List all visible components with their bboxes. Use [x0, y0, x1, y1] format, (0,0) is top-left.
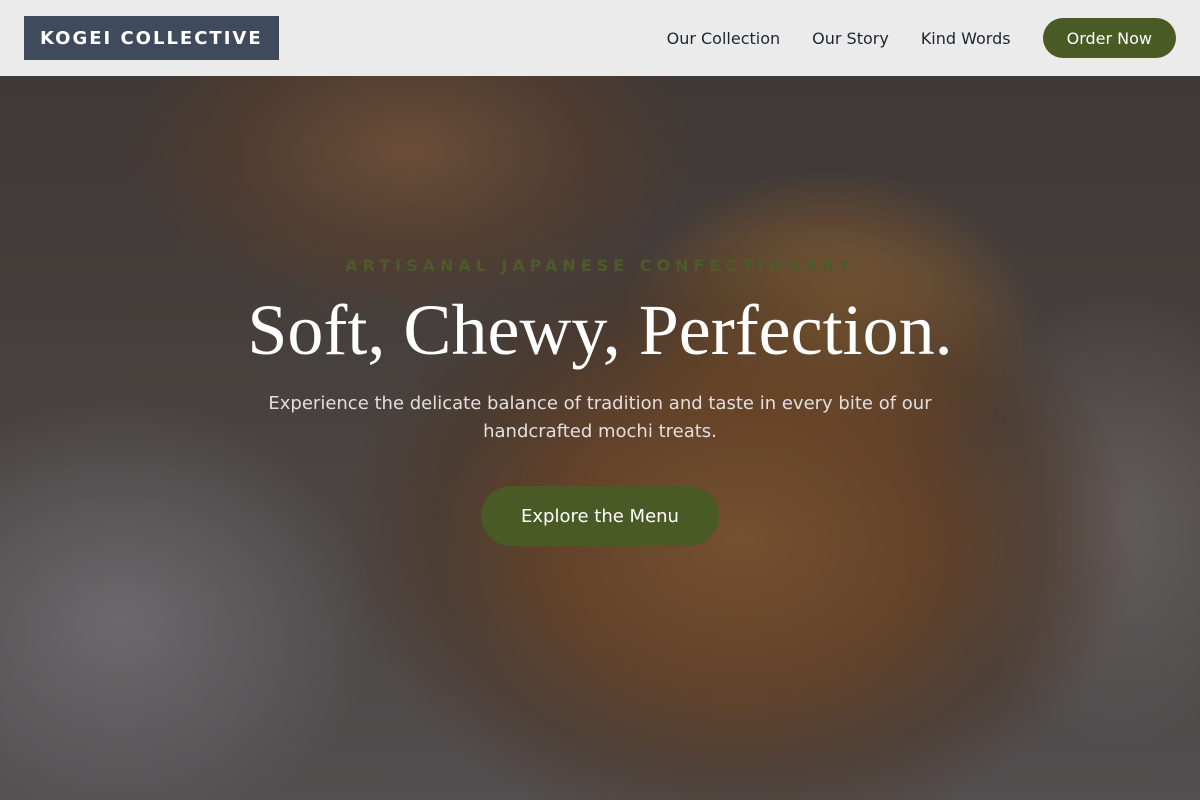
hero-eyebrow: ARTISANAL JAPANESE CONFECTIONERY	[345, 256, 855, 275]
hero-headline: Soft, Chewy, Perfection.	[247, 290, 953, 370]
hero-section: ARTISANAL JAPANESE CONFECTIONERY Soft, C…	[0, 0, 1200, 800]
explore-menu-button[interactable]: Explore the Menu	[481, 486, 719, 546]
hero-subtext: Experience the delicate balance of tradi…	[268, 393, 932, 442]
